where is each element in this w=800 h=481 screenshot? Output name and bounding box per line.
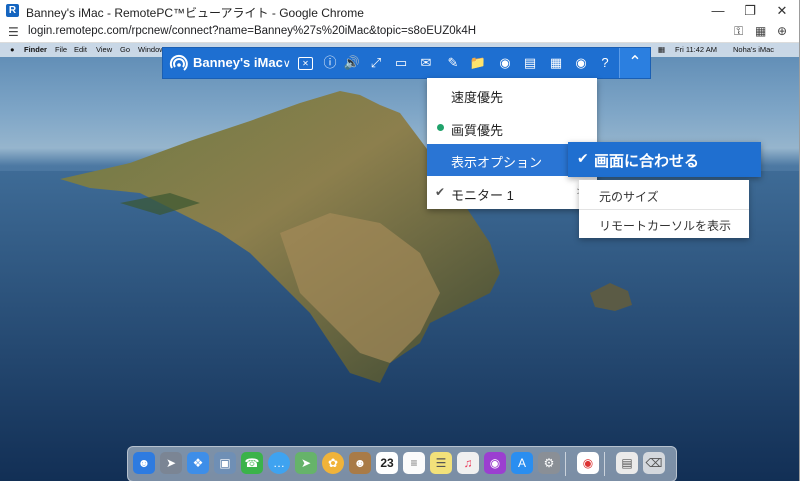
trash-icon[interactable]: ⌫ [643,452,665,474]
facetime-icon[interactable]: ☎ [241,452,263,474]
maps-icon[interactable]: ➤ [295,452,317,474]
menu-edit[interactable]: Edit [74,45,87,54]
disconnect-icon[interactable]: ✕ [298,57,313,70]
system-preferences-icon[interactable]: ⚙ [538,452,560,474]
submenu-item-show-remote-cursor[interactable]: リモートカーソルを表示 [579,210,749,238]
app-store-icon[interactable]: A [511,452,533,474]
podcasts-icon[interactable]: ◉ [484,452,506,474]
translate-icon[interactable]: ▦ [755,24,766,38]
menu-item-speed-priority[interactable]: 速度優先 [427,78,597,111]
password-key-icon[interactable]: ⚿ [734,24,743,39]
notes-icon[interactable]: ▤ [520,53,540,73]
photos-icon[interactable]: ✿ [322,452,344,474]
screenshot-icon[interactable]: ◉ [495,53,515,73]
apple-menu-icon[interactable]: ● [10,45,15,54]
sound-icon[interactable]: 🔊 [342,53,362,73]
menu-go[interactable]: Go [120,45,130,54]
remotepc-logo-icon [169,54,188,71]
menu-view[interactable]: View [96,45,112,54]
close-icon[interactable]: ✕ [766,0,798,22]
minimize-icon[interactable]: — [702,0,734,22]
document-icon[interactable]: ▤ [616,452,638,474]
menu-item-label: モニター 1 [451,188,514,203]
mac-dock: ☻ ➤ ❖ ▣ ☎ … ➤ ✿ ☻ 23 ≡ ☰ ♫ ◉ A ⚙ ◉ ▤ ⌫ [127,446,677,481]
calendar-day: 23 [380,456,394,470]
chevron-down-icon: ∨ [282,58,291,70]
menu-item-label: 表示オプション [451,155,543,170]
menu-window[interactable]: Window [138,45,165,54]
messages-icon[interactable]: … [268,452,290,474]
url-text[interactable]: login.remotepc.com/rpcnew/connect?name=B… [28,25,476,37]
chat-icon[interactable]: ▭ [391,53,411,73]
remote-toolbar: Banney's iMac∨ ✕ ⓘ 🔊 ⤢ ▭ ✉ ✎ 📁 ◉ ▤ ▦ ◉ ?… [162,47,651,79]
check-icon: ✔ [435,185,446,199]
remotepc-app-icon: R [6,4,19,17]
contacts-icon[interactable]: ☻ [349,452,371,474]
menubar-clock: Fri 11:42 AM [675,45,717,54]
wallpaper-island [0,91,800,481]
draw-icon[interactable]: ✎ [443,53,463,73]
restore-icon[interactable]: ❐ [734,0,766,22]
selected-dot-icon [437,124,444,131]
display-options-submenu: 元のサイズ リモートカーソルを表示 [579,180,749,238]
message-icon[interactable]: ✉ [416,53,436,73]
spotlight-icon[interactable]: ▦ [658,45,665,54]
submenu-item-label: リモートカーソルを表示 [599,219,732,233]
address-bar[interactable]: ☰ login.remotepc.com/rpcnew/connect?name… [0,22,800,43]
safari-icon[interactable]: ❖ [187,452,209,474]
zoom-icon[interactable]: ⊕ [777,24,787,38]
menu-item-quality-priority[interactable]: 画質優先 [427,111,597,144]
fullscreen-icon[interactable]: ⤢ [366,53,386,73]
music-icon[interactable]: ♫ [457,452,479,474]
chrome-icon[interactable]: ◉ [577,452,599,474]
submenu-item-label: 画面に合わせる [594,153,700,170]
site-settings-icon[interactable]: ☰ [8,25,19,39]
submenu-item-original-size[interactable]: 元のサイズ [579,181,749,209]
menu-item-label: 速度優先 [451,90,504,105]
view-options-icon[interactable]: ◉ [571,53,591,73]
dock-separator [604,452,605,476]
remote-desktop[interactable]: ● Finder File Edit View Go Window Fri 11… [0,43,800,481]
collapse-up-icon[interactable]: ⌃ [619,48,650,78]
reminders-icon[interactable]: ☰ [430,452,452,474]
preview-icon[interactable]: ▣ [214,452,236,474]
finder-icon[interactable]: ☻ [133,452,155,474]
menu-item-monitor-1[interactable]: ✔ モニター 1 > [427,176,597,209]
menu-item-label: 画質優先 [451,123,504,138]
menu-file[interactable]: File [55,45,67,54]
check-icon: ✔ [577,150,589,166]
dock-separator [565,452,566,476]
notes-icon[interactable]: ≡ [403,452,425,474]
submenu-item-label: 元のサイズ [599,190,659,204]
menubar-user[interactable]: Noha's iMac [733,45,774,54]
menu-finder[interactable]: Finder [24,45,47,54]
info-icon[interactable]: ⓘ [320,53,340,73]
multi-monitor-icon[interactable]: ▦ [546,53,566,73]
device-name: Banney's iMac [193,55,283,70]
window-title: Banney's iMac - RemotePC™ビューアライト - Googl… [26,6,364,20]
launchpad-icon[interactable]: ➤ [160,452,182,474]
help-icon[interactable]: ? [595,53,615,73]
submenu-item-fit-screen[interactable]: ✔ 画面に合わせる [568,142,761,177]
device-name-dropdown[interactable]: Banney's iMac∨ [193,55,291,70]
file-transfer-icon[interactable]: 📁 [468,53,488,73]
calendar-icon[interactable]: 23 [376,452,398,474]
chrome-titlebar: R Banney's iMac - RemotePC™ビューアライト - Goo… [0,0,800,23]
